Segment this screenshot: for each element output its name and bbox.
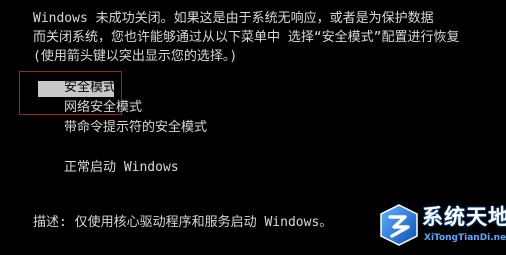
error-message-line-3: (使用箭头键以突出显示您的选择。) [33,49,238,64]
menu-item-label: 安全模式 [64,80,117,95]
menu-item-label: 正常启动 Windows [64,160,179,175]
menu-spacer [38,138,207,158]
site-watermark: 系统天地 XiTongTianDi.net [378,203,506,249]
watermark-title: 系统天地 [422,205,506,229]
watermark-url: XiTongTianDi.net [424,233,506,243]
boot-options-menu: 安全模式 网络安全模式 带命令提示符的安全模式 正常启动 Windows [38,78,207,178]
menu-item-label: 网络安全模式 [64,100,143,115]
error-message-line-2: 而关闭系统，您也许能够通过从以下菜单中 选择“安全模式”配置进行恢复 [33,30,460,45]
option-description: 描述: 仅使用核心驱动程序和服务启动 Windows。 [33,215,333,230]
menu-item-safe-mode-command-prompt[interactable]: 带命令提示符的安全模式 [38,118,207,138]
menu-item-label: 带命令提示符的安全模式 [64,120,208,135]
watermark-logo-icon [380,204,418,246]
menu-item-start-normally[interactable]: 正常启动 Windows [38,158,207,178]
error-message: Windows 未成功关闭。如果这是由于系统无响应，或者是为保护数据 而关闭系统… [33,9,506,66]
boot-error-screen: Windows 未成功关闭。如果这是由于系统无响应，或者是为保护数据 而关闭系统… [0,0,506,255]
menu-item-safe-mode[interactable]: 安全模式 [38,78,207,98]
menu-item-safe-mode-networking[interactable]: 网络安全模式 [38,98,207,118]
error-message-line-1: Windows 未成功关闭。如果这是由于系统无响应，或者是为保护数据 [33,11,434,26]
